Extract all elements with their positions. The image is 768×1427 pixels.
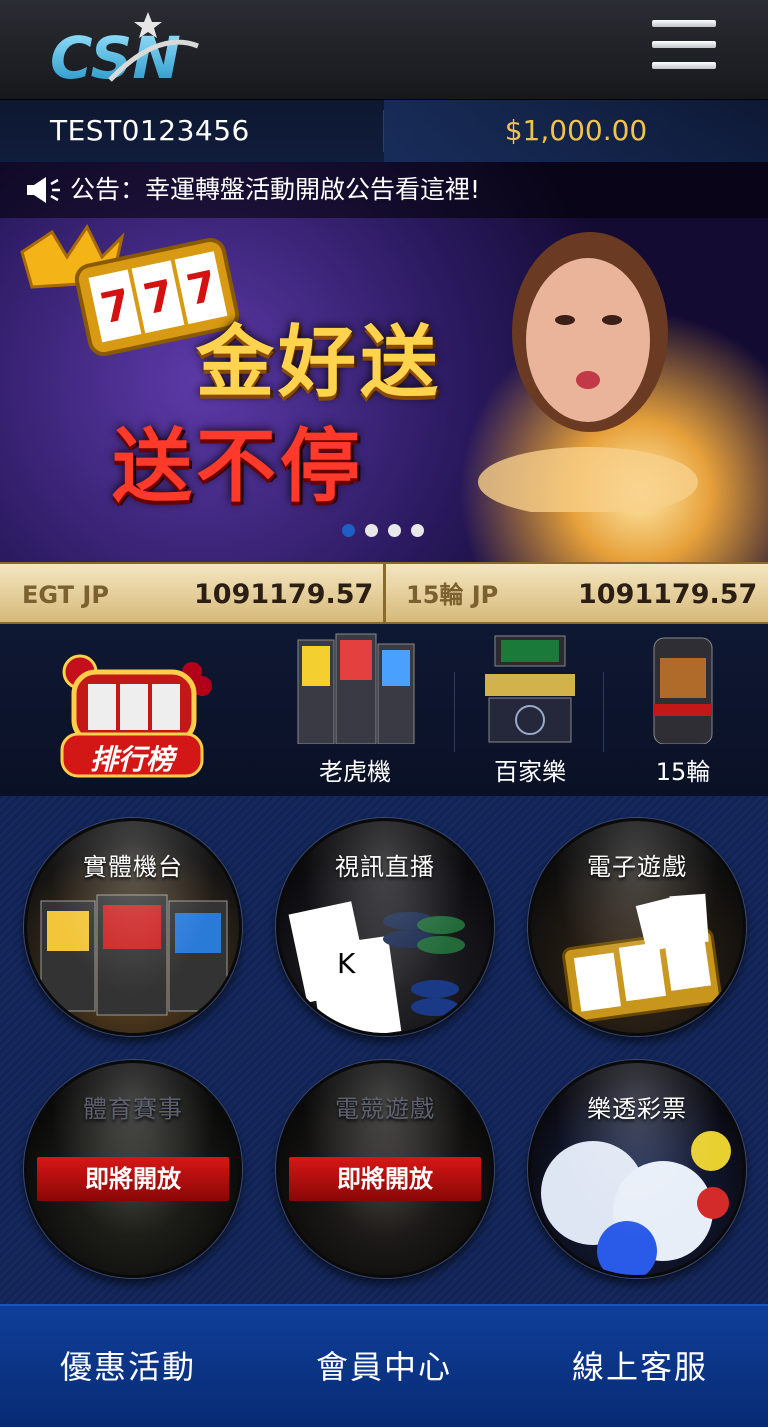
banner-dot-1[interactable] <box>342 524 355 537</box>
jackpot-bar: EGT JP 1091179.57 15輪 JP 1091179.57 <box>0 562 768 624</box>
account-bar: TEST0123456 $1,000.00 <box>0 100 768 162</box>
coming-soon-badge: 即將開放 <box>37 1157 229 1201</box>
csn-logo[interactable]: CSN <box>48 10 208 92</box>
game-lottery[interactable]: 樂透彩票 <box>528 1060 746 1278</box>
fifteen-reel-machine-icon <box>653 637 713 745</box>
nav-customer-service[interactable]: 線上客服 <box>512 1306 768 1427</box>
category-15-reels-label: 15輪 <box>655 758 711 786</box>
jackpot-label-egt: EGT JP <box>22 581 109 609</box>
ranking-button[interactable]: 排行榜 <box>52 642 212 782</box>
announcement-text: 公告：幸運轉盤活動開啟公告看這裡! <box>70 175 481 204</box>
game-esports[interactable]: 電競遊戲 即將開放 <box>276 1060 494 1278</box>
nav-promotions[interactable]: 優惠活動 <box>0 1306 256 1427</box>
category-strip: 排行榜 老虎機 百家樂 15輪 <box>0 624 768 796</box>
game-sports[interactable]: 體育賽事 即將開放 <box>24 1060 242 1278</box>
game-live-video[interactable]: 視訊直播 K <box>276 818 494 1036</box>
jackpot-value-egt: 1091179.57 <box>194 579 374 610</box>
game-physical-machines[interactable]: 實體機台 <box>24 818 242 1036</box>
nav-member-center[interactable]: 會員中心 <box>256 1306 512 1427</box>
category-slots[interactable]: 老虎機 <box>280 624 430 796</box>
category-15-reels[interactable]: 15輪 <box>608 624 758 796</box>
svg-text:CSN: CSN <box>50 24 181 90</box>
baccarat-machine-icon <box>485 635 575 743</box>
game-title: 樂透彩票 <box>587 1095 687 1123</box>
slot-machines-icon <box>297 633 415 745</box>
balance[interactable]: $1,000.00 <box>384 100 768 162</box>
banner-headline-1: 金好送 <box>196 317 443 408</box>
category-divider <box>603 672 604 752</box>
game-title: 電子遊戲 <box>587 853 687 881</box>
game-title: 視訊直播 <box>335 853 435 881</box>
game-title: 電競遊戲 <box>335 1095 435 1123</box>
top-header: CSN <box>0 0 768 100</box>
category-slots-label: 老虎機 <box>319 758 391 786</box>
jackpot-label-15: 15輪 JP <box>406 581 499 609</box>
coming-soon-badge: 即將開放 <box>289 1157 481 1201</box>
bottom-nav: 優惠活動 會員中心 線上客服 <box>0 1304 768 1427</box>
category-baccarat[interactable]: 百家樂 <box>455 624 605 796</box>
banner-dot-3[interactable] <box>388 524 401 537</box>
banner-dot-2[interactable] <box>365 524 378 537</box>
megaphone-icon <box>27 177 60 203</box>
banner-model-image <box>478 232 698 512</box>
banner-headline-2: 送不停 <box>112 419 364 513</box>
hamburger-menu-icon[interactable] <box>652 20 716 76</box>
game-electronic[interactable]: 電子遊戲 <box>528 818 746 1036</box>
banner-dot-4[interactable] <box>411 524 424 537</box>
promo-banner[interactable]: 公告：幸運轉盤活動開啟公告看這裡! 777 金好送 送不停 <box>0 162 768 562</box>
games-grid: 實體機台 視訊直播 K 電子遊戲 <box>0 796 768 1304</box>
jackpot-divider <box>383 564 386 622</box>
announcement-bar[interactable]: 公告：幸運轉盤活動開啟公告看這裡! <box>0 162 768 218</box>
game-title: 體育賽事 <box>83 1095 183 1123</box>
category-baccarat-label: 百家樂 <box>494 758 566 786</box>
username[interactable]: TEST0123456 <box>50 100 250 162</box>
banner-pagination <box>342 524 424 537</box>
jackpot-value-15: 1091179.57 <box>578 579 758 610</box>
game-title: 實體機台 <box>83 853 183 881</box>
app-page: CSN TEST0123456 $1,000.00 公告：幸運轉盤活動開啟公告看… <box>0 0 768 1427</box>
ranking-label: 排行榜 <box>89 743 174 776</box>
